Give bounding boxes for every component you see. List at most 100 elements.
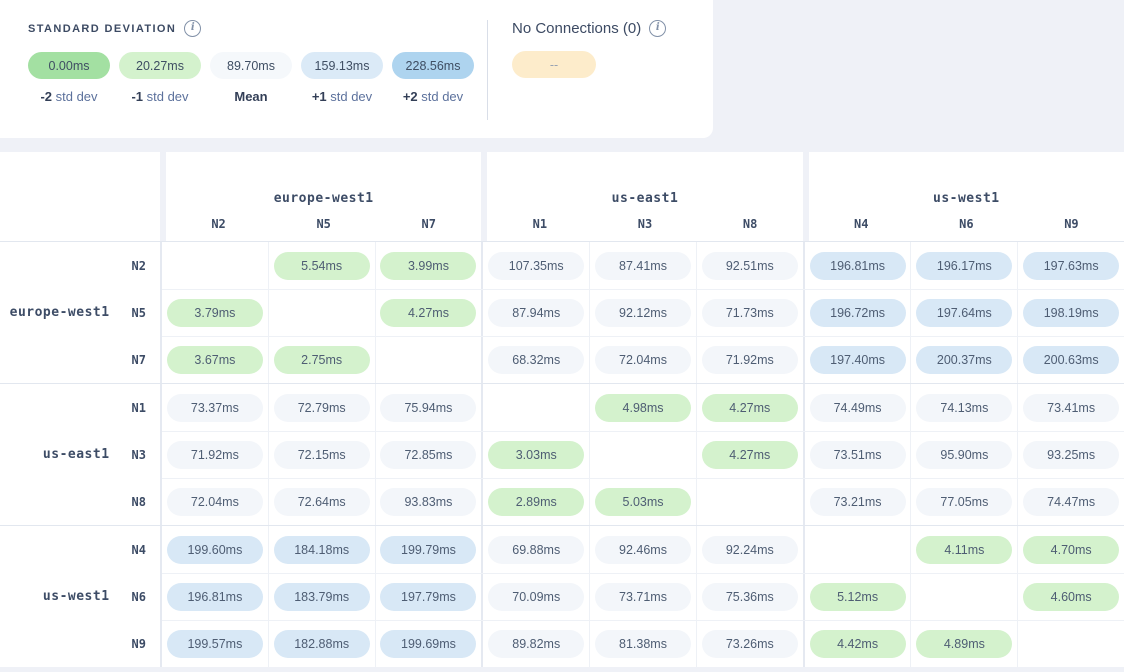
latency-pill[interactable]: 200.63ms: [1023, 346, 1119, 374]
row-label: europe-west1N5: [0, 289, 160, 336]
legend-label: Mean: [210, 89, 292, 104]
info-icon[interactable]: i: [184, 20, 201, 37]
matrix-cell: 2.89ms: [481, 479, 589, 525]
latency-pill[interactable]: 182.88ms: [274, 630, 370, 658]
latency-pill[interactable]: 92.24ms: [702, 536, 798, 564]
matrix-row: 199.60ms 184.18ms 199.79ms 69.88ms 92.46ms 92…: [162, 526, 1124, 573]
latency-pill[interactable]: 92.51ms: [702, 252, 798, 280]
latency-pill[interactable]: 198.19ms: [1023, 299, 1119, 327]
latency-pill[interactable]: 71.92ms: [702, 346, 798, 374]
latency-pill[interactable]: 196.72ms: [810, 299, 906, 327]
latency-pill[interactable]: 4.27ms: [380, 299, 476, 327]
latency-pill[interactable]: 87.94ms: [488, 299, 584, 327]
latency-pill[interactable]: 73.26ms: [702, 630, 798, 658]
latency-pill[interactable]: 5.12ms: [810, 583, 906, 611]
latency-pill[interactable]: 74.13ms: [916, 394, 1012, 422]
latency-pill[interactable]: 107.35ms: [488, 252, 584, 280]
latency-pill[interactable]: 93.25ms: [1023, 441, 1119, 469]
latency-pill[interactable]: 68.32ms: [488, 346, 584, 374]
matrix-cell: [589, 432, 696, 478]
latency-pill[interactable]: 197.64ms: [916, 299, 1012, 327]
row-region-label: europe-west1: [10, 305, 110, 320]
matrix-cell: 71.92ms: [162, 432, 268, 478]
matrix-cell: 72.15ms: [268, 432, 375, 478]
latency-pill[interactable]: 92.12ms: [595, 299, 691, 327]
latency-pill[interactable]: 77.05ms: [916, 488, 1012, 516]
matrix-cell: 197.79ms: [375, 574, 482, 620]
latency-pill[interactable]: 4.42ms: [810, 630, 906, 658]
latency-pill[interactable]: 73.41ms: [1023, 394, 1119, 422]
matrix-cell: 4.70ms: [1017, 526, 1124, 573]
latency-pill[interactable]: 73.21ms: [810, 488, 906, 516]
latency-pill[interactable]: 2.75ms: [274, 346, 370, 374]
latency-pill[interactable]: 73.71ms: [595, 583, 691, 611]
latency-pill[interactable]: 199.57ms: [167, 630, 263, 658]
latency-pill[interactable]: 4.89ms: [916, 630, 1012, 658]
latency-pill[interactable]: 87.41ms: [595, 252, 691, 280]
latency-pill[interactable]: 71.92ms: [167, 441, 263, 469]
latency-pill[interactable]: 95.90ms: [916, 441, 1012, 469]
matrix-cell: 196.72ms: [803, 290, 911, 336]
info-icon[interactable]: i: [649, 20, 666, 37]
latency-pill[interactable]: 2.89ms: [488, 488, 584, 516]
latency-pill[interactable]: 3.03ms: [488, 441, 584, 469]
latency-pill[interactable]: 69.88ms: [488, 536, 584, 564]
column-node-label: N8: [698, 217, 803, 231]
latency-pill[interactable]: 75.94ms: [380, 394, 476, 422]
latency-pill[interactable]: 81.38ms: [595, 630, 691, 658]
latency-pill[interactable]: 89.82ms: [488, 630, 584, 658]
latency-pill[interactable]: 73.51ms: [810, 441, 906, 469]
latency-pill[interactable]: 74.47ms: [1023, 488, 1119, 516]
matrix-cell: 196.81ms: [162, 574, 268, 620]
matrix-cell: 92.51ms: [696, 242, 803, 289]
latency-pill[interactable]: 197.79ms: [380, 583, 476, 611]
latency-pill[interactable]: 92.46ms: [595, 536, 691, 564]
matrix-cell: 183.79ms: [268, 574, 375, 620]
matrix-cell: 73.37ms: [162, 384, 268, 431]
latency-pill[interactable]: 184.18ms: [274, 536, 370, 564]
latency-pill[interactable]: 197.40ms: [810, 346, 906, 374]
latency-pill[interactable]: 196.17ms: [916, 252, 1012, 280]
row-node-label: N2: [132, 259, 146, 273]
latency-pill[interactable]: 4.27ms: [702, 441, 798, 469]
latency-pill[interactable]: 3.67ms: [167, 346, 263, 374]
latency-pill[interactable]: 74.49ms: [810, 394, 906, 422]
latency-pill[interactable]: 199.60ms: [167, 536, 263, 564]
row-group-us-west1: N4us-west1N6N9199.60ms184.18ms199.79ms69…: [0, 525, 1124, 667]
row-label: N4: [0, 526, 160, 573]
latency-pill[interactable]: 196.81ms: [810, 252, 906, 280]
latency-pill[interactable]: 72.79ms: [274, 394, 370, 422]
latency-pill[interactable]: 199.79ms: [380, 536, 476, 564]
latency-pill[interactable]: 93.83ms: [380, 488, 476, 516]
latency-pill[interactable]: 200.37ms: [916, 346, 1012, 374]
latency-pill[interactable]: 72.04ms: [595, 346, 691, 374]
latency-pill[interactable]: 199.69ms: [380, 630, 476, 658]
latency-pill[interactable]: 183.79ms: [274, 583, 370, 611]
matrix-cell: 197.63ms: [1017, 242, 1124, 289]
row-node-label: N9: [132, 637, 146, 651]
latency-pill[interactable]: 72.15ms: [274, 441, 370, 469]
latency-pill[interactable]: 4.27ms: [702, 394, 798, 422]
latency-pill[interactable]: 197.63ms: [1023, 252, 1119, 280]
matrix-cell: 92.24ms: [696, 526, 803, 573]
latency-pill[interactable]: 5.03ms: [595, 488, 691, 516]
latency-pill[interactable]: 4.60ms: [1023, 583, 1119, 611]
latency-pill[interactable]: 73.37ms: [167, 394, 263, 422]
matrix-cell: 199.79ms: [375, 526, 482, 573]
latency-pill[interactable]: 72.85ms: [380, 441, 476, 469]
latency-pill[interactable]: 4.11ms: [916, 536, 1012, 564]
no-connections-legend: No Connections (0) i --: [488, 0, 666, 138]
latency-pill[interactable]: 4.98ms: [595, 394, 691, 422]
legend-title: STANDARD DEVIATION: [28, 23, 176, 35]
latency-pill[interactable]: 75.36ms: [702, 583, 798, 611]
latency-pill[interactable]: 70.09ms: [488, 583, 584, 611]
latency-pill[interactable]: 5.54ms: [274, 252, 370, 280]
latency-pill[interactable]: 71.73ms: [702, 299, 798, 327]
latency-pill[interactable]: 3.99ms: [380, 252, 476, 280]
latency-pill[interactable]: 196.81ms: [167, 583, 263, 611]
column-region-label: us-east1: [612, 191, 679, 206]
latency-pill[interactable]: 72.64ms: [274, 488, 370, 516]
latency-pill[interactable]: 4.70ms: [1023, 536, 1119, 564]
latency-pill[interactable]: 72.04ms: [167, 488, 263, 516]
latency-pill[interactable]: 3.79ms: [167, 299, 263, 327]
